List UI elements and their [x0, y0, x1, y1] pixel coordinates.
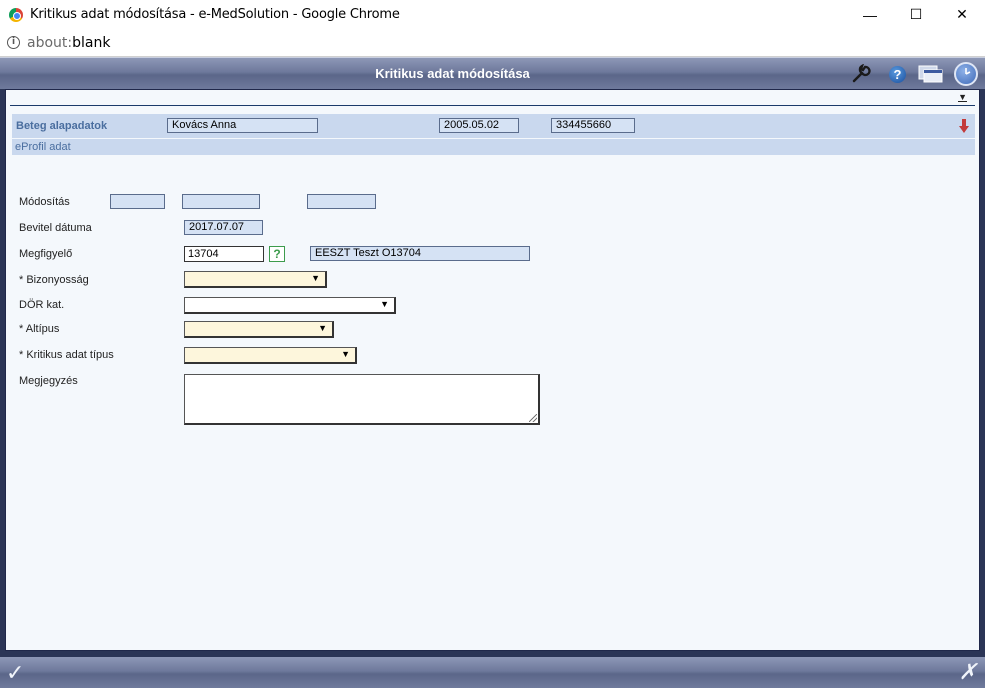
help-icon[interactable]: ? [889, 66, 906, 83]
maximize-button[interactable]: ☐ [893, 0, 939, 29]
kritikus-tipus-label: * Kritikus adat típus [19, 349, 114, 361]
dor-label: DÖR kat. [19, 299, 65, 311]
url-text[interactable]: about:blank [27, 35, 110, 51]
altipus-label: * Altípus [19, 323, 60, 335]
chevron-down-icon: ▼ [380, 299, 389, 309]
patient-section-label: Beteg alapadatok [16, 120, 108, 132]
birth-date-field: 2005.05.02 [439, 118, 519, 133]
chevron-down-icon: ▼ [311, 273, 320, 283]
ok-check-icon[interactable]: ✓ [6, 660, 24, 686]
megfigyelo-code-input[interactable]: 13704 [184, 246, 264, 262]
window-title: Kritikus adat módosítása - e-MedSolution… [30, 7, 400, 22]
megjegyzes-label: Megjegyzés [19, 375, 78, 387]
app-header: Kritikus adat módosítása ? [0, 57, 985, 89]
altipus-select[interactable]: ▼ [184, 321, 334, 338]
megjegyzes-textarea[interactable] [184, 374, 540, 425]
app-footer: ✓ ✗ [0, 657, 985, 688]
bevitel-label: Bevitel dátuma [19, 222, 92, 234]
kritikus-tipus-select[interactable]: ▼ [184, 347, 357, 364]
clock-icon[interactable] [954, 62, 978, 86]
wrench-icon[interactable] [851, 64, 871, 84]
bevitel-date-field: 2017.07.07 [184, 220, 263, 235]
cancel-x-icon[interactable]: ✗ [959, 659, 977, 685]
megfigyelo-lookup-button[interactable]: ? [269, 246, 285, 262]
chevron-down-icon: ▼ [341, 349, 350, 359]
app-frame: Kritikus adat módosítása ? ▼ Beteg alapa… [0, 57, 985, 688]
form-content: ▼ Beteg alapadatok Kovács Anna 2005.05.0… [5, 89, 980, 651]
eprofil-section-label: eProfil adat [15, 141, 71, 153]
arrow-down-icon[interactable] [959, 119, 969, 133]
chevron-down-icon: ▼ [318, 323, 327, 333]
taj-field: 334455660 [551, 118, 635, 133]
megfigyelo-label: Megfigyelő [19, 248, 73, 260]
bizonyossag-select[interactable]: ▼ [184, 271, 327, 288]
modositas-label: Módosítás [19, 196, 70, 208]
chrome-logo-icon [9, 7, 23, 22]
modositas-field-1 [110, 194, 165, 209]
window-controls: — ☐ ✕ [847, 0, 985, 29]
bizonyossag-label: * Bizonyosság [19, 274, 89, 286]
minimize-button[interactable]: — [847, 0, 893, 29]
modositas-field-3 [307, 194, 376, 209]
window-titlebar: Kritikus adat módosítása - e-MedSolution… [0, 0, 985, 29]
patient-basics-row: Beteg alapadatok Kovács Anna 2005.05.02 … [12, 114, 975, 138]
info-icon[interactable]: i [7, 36, 20, 49]
collapse-icon[interactable]: ▼ [958, 93, 967, 102]
close-button[interactable]: ✕ [939, 0, 985, 29]
modositas-field-2 [182, 194, 260, 209]
patient-name-field: Kovács Anna [167, 118, 318, 133]
page-title: Kritikus adat módosítása [375, 66, 530, 81]
eprofil-section-row: eProfil adat [12, 139, 975, 155]
divider [10, 105, 975, 106]
resize-grip-icon[interactable] [529, 414, 537, 422]
address-bar[interactable]: i about:blank [0, 29, 985, 57]
windows-icon[interactable] [918, 64, 944, 84]
dor-select[interactable]: ▼ [184, 297, 396, 314]
megfigyelo-name-field: EESZT Teszt O13704 [310, 246, 530, 261]
